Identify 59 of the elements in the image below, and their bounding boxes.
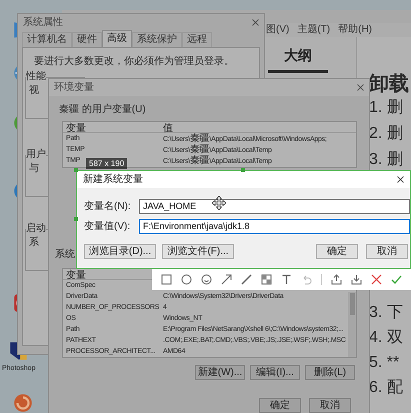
menu-item[interactable]: 图(V) [266, 24, 290, 36]
field-label: 变量值(V): [83, 220, 132, 234]
selection-handle[interactable] [241, 168, 245, 172]
confirm-icon[interactable] [391, 274, 402, 285]
button[interactable]: 删除(L) [305, 365, 355, 380]
list-item: 5. ** [369, 355, 400, 371]
rectangle-tool-icon[interactable] [160, 274, 172, 285]
list-item: 2. 删 [369, 126, 404, 142]
notice-text: 要进行大多数更改，你必须作为管理员登录。 [34, 56, 234, 68]
scrollbar[interactable] [348, 292, 356, 357]
size-label: 587 x 190 [86, 158, 128, 169]
button[interactable]: 新建(W)... [195, 365, 245, 380]
window-title: 新建系统变量 [83, 172, 143, 187]
field-label: 变量名(N): [83, 200, 132, 214]
button[interactable]: 确定 [316, 244, 358, 259]
column-header: 变量 [66, 123, 86, 134]
group-title: 性能 [26, 71, 46, 83]
group-text: 系 [29, 237, 39, 249]
column-header: 变量 [66, 270, 86, 281]
document-heading: 卸载 [369, 73, 410, 95]
section-label: 秦疆 的用户变量(U) [59, 104, 147, 116]
list-item: 6. 配 [369, 380, 404, 396]
pen-tool-icon[interactable] [240, 274, 252, 285]
button[interactable]: 确定 [259, 398, 301, 413]
selection-handle[interactable] [74, 217, 78, 221]
smiley-icon[interactable] [200, 274, 212, 285]
arrow-tool-icon[interactable] [220, 274, 232, 285]
input-field[interactable]: JAVA_HOME [139, 199, 410, 214]
list-item: 3. 下 [369, 305, 404, 321]
sidebar-tab[interactable]: 大纲 [268, 45, 328, 70]
button[interactable]: 取消 [309, 398, 351, 413]
group-text: 与 [29, 163, 39, 175]
button[interactable]: 浏览文件(F)... [162, 244, 234, 259]
list-item: 1. 删 [369, 100, 404, 116]
tab-underline [268, 70, 328, 73]
group-title: 用户 [26, 149, 46, 161]
button[interactable]: 编辑(I)... [250, 365, 300, 380]
button[interactable]: 浏览目录(D)... [84, 244, 156, 259]
mosaic-tool-icon[interactable] [260, 274, 272, 285]
text-tool-icon[interactable] [280, 274, 292, 285]
input-field[interactable]: F:\Environment\java\jdk1.8 [139, 219, 410, 234]
download-icon[interactable] [351, 274, 362, 285]
group-text: 视 [29, 85, 39, 97]
move-cursor-icon [212, 196, 226, 210]
upload-icon[interactable] [331, 274, 342, 285]
group-title: 启动 [26, 223, 46, 235]
window-title: 环境变量 [54, 80, 94, 95]
tab[interactable]: 高级 [102, 30, 132, 47]
menu-item[interactable]: 帮助(H) [338, 24, 372, 36]
window-title: 系统属性 [23, 16, 63, 30]
selection-handle[interactable] [74, 168, 78, 172]
ellipse-tool-icon[interactable] [180, 274, 192, 285]
menu-item[interactable]: 主题(T) [297, 24, 330, 36]
button[interactable]: 取消 [366, 244, 408, 259]
column-header: 值 [163, 123, 173, 134]
section-label: 系统 [55, 249, 75, 261]
close-icon[interactable] [397, 176, 404, 183]
list-item: 3. 删 [369, 152, 404, 168]
list-item: 4. 双 [369, 330, 404, 346]
